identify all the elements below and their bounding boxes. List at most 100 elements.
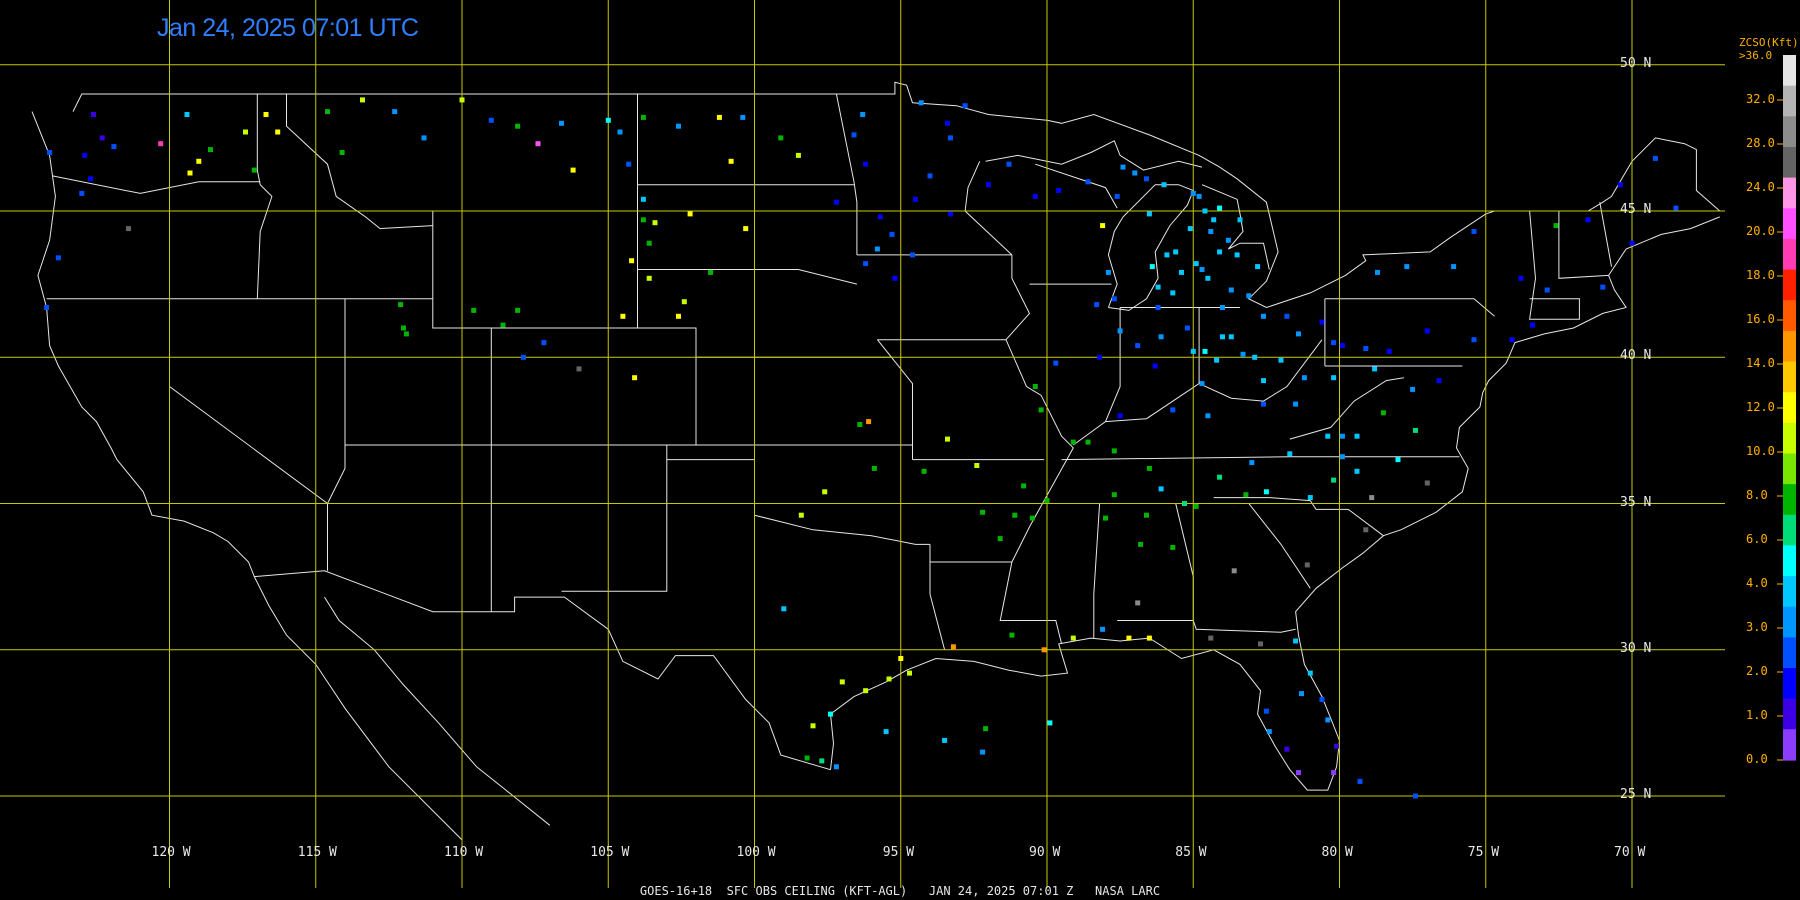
border-lake-superior-south	[985, 140, 1203, 171]
observation-point	[1325, 433, 1331, 439]
colorbar-segment	[1783, 208, 1796, 240]
observation-point	[676, 123, 681, 129]
border-lake-michigan	[1107, 184, 1194, 311]
observation-point	[912, 196, 918, 202]
border-me-nh	[1599, 202, 1612, 267]
observation-point	[1228, 334, 1234, 340]
observation-point	[1354, 468, 1360, 474]
observation-point	[676, 313, 681, 319]
colorbar-tick-label: 2.0	[1746, 664, 1768, 678]
colorbar-tick-label: 16.0	[1746, 312, 1775, 326]
observation-point	[918, 100, 924, 106]
observation-point	[1319, 697, 1325, 702]
lat-label: 40 N	[1620, 348, 1652, 364]
observation-point	[515, 307, 521, 313]
observation-point	[810, 723, 816, 729]
observation-point	[1266, 729, 1272, 735]
lon-label: 115 W	[297, 845, 337, 860]
observation-point	[1105, 269, 1111, 275]
observation-point	[646, 275, 652, 281]
lat-label: 25 N	[1620, 787, 1652, 802]
observation-point	[886, 676, 892, 682]
border-az-nm	[327, 445, 346, 504]
observation-point	[1424, 480, 1430, 486]
observation-point	[1354, 433, 1360, 439]
observation-point	[1155, 305, 1161, 310]
observation-point	[716, 114, 722, 120]
observation-point	[1553, 223, 1559, 229]
observation-point	[1173, 249, 1179, 255]
observation-point	[1038, 407, 1044, 413]
lon-label: 70 W	[1614, 845, 1646, 860]
observation-point	[1111, 296, 1117, 302]
observation-point	[942, 737, 948, 743]
observation-point	[1424, 328, 1430, 334]
observation-point	[570, 167, 576, 173]
observation-point	[1673, 205, 1679, 211]
observation-point	[921, 468, 927, 474]
observation-point	[158, 141, 164, 147]
border-ms-al	[1093, 503, 1101, 639]
colorbar-tick-label: 24.0	[1746, 180, 1775, 194]
observation-point	[515, 123, 521, 129]
observation-point	[1085, 179, 1091, 185]
observation-point	[1237, 217, 1243, 223]
observation-point	[1146, 635, 1152, 641]
colorbar-segment	[1783, 55, 1796, 87]
observation-point	[617, 129, 623, 135]
observation-point	[1652, 155, 1658, 161]
observation-point	[1331, 375, 1337, 381]
border-canada-border	[72, 81, 1721, 309]
observation-point	[82, 152, 88, 158]
observation-point	[1009, 632, 1015, 638]
border-wi-mi	[1035, 163, 1118, 209]
observation-point	[520, 354, 526, 360]
colorbar-tick-label: 1.0	[1746, 708, 1768, 722]
colorbar-segment	[1783, 698, 1796, 730]
observation-point	[804, 755, 810, 761]
timestamp-title: Jan 24, 2025 07:01 UTC	[157, 14, 419, 42]
border-al-ga	[1117, 503, 1194, 621]
observation-point	[1296, 770, 1301, 776]
observation-point	[986, 182, 991, 188]
observation-point	[1041, 647, 1047, 653]
border-west-coast	[31, 111, 463, 841]
observation-point	[79, 190, 85, 196]
observation-point	[927, 173, 933, 179]
observation-point	[1211, 217, 1217, 223]
colorbar-segment	[1783, 729, 1796, 761]
observation-point	[1220, 334, 1225, 340]
border-mexico-border	[254, 570, 831, 771]
observation-point	[1363, 346, 1369, 351]
lat-label: 50 N	[1620, 55, 1652, 71]
observation-point	[1056, 188, 1062, 193]
observation-point	[743, 226, 749, 232]
observation-point	[535, 141, 541, 147]
border-baja-gulf	[324, 596, 551, 826]
observation-point	[488, 117, 494, 123]
observation-point	[1138, 541, 1144, 547]
observation-point	[1600, 284, 1606, 290]
border-tx-la	[929, 544, 946, 650]
colorbar-tick-label: 8.0	[1746, 488, 1768, 502]
colorbar-tick-label: 20.0	[1746, 224, 1775, 238]
observation-point	[687, 211, 693, 217]
observation-point	[1287, 451, 1293, 457]
observation-point	[866, 419, 872, 425]
observation-point	[1410, 386, 1416, 392]
observation-point	[1220, 305, 1225, 310]
colorbar-segment	[1783, 637, 1796, 669]
observation-point	[44, 305, 50, 310]
observation-point	[1585, 217, 1591, 223]
border-wv-va	[1289, 377, 1404, 440]
observation-point	[1117, 413, 1123, 419]
observation-point	[822, 489, 828, 495]
observation-point	[1021, 483, 1027, 489]
border-mn-west	[835, 93, 858, 255]
observation-point	[1263, 708, 1269, 714]
observation-point	[652, 220, 658, 226]
observation-point	[1331, 477, 1337, 483]
border-ky-tn	[1061, 456, 1290, 461]
observation-point	[1518, 275, 1524, 281]
lon-label: 85 W	[1175, 845, 1207, 860]
